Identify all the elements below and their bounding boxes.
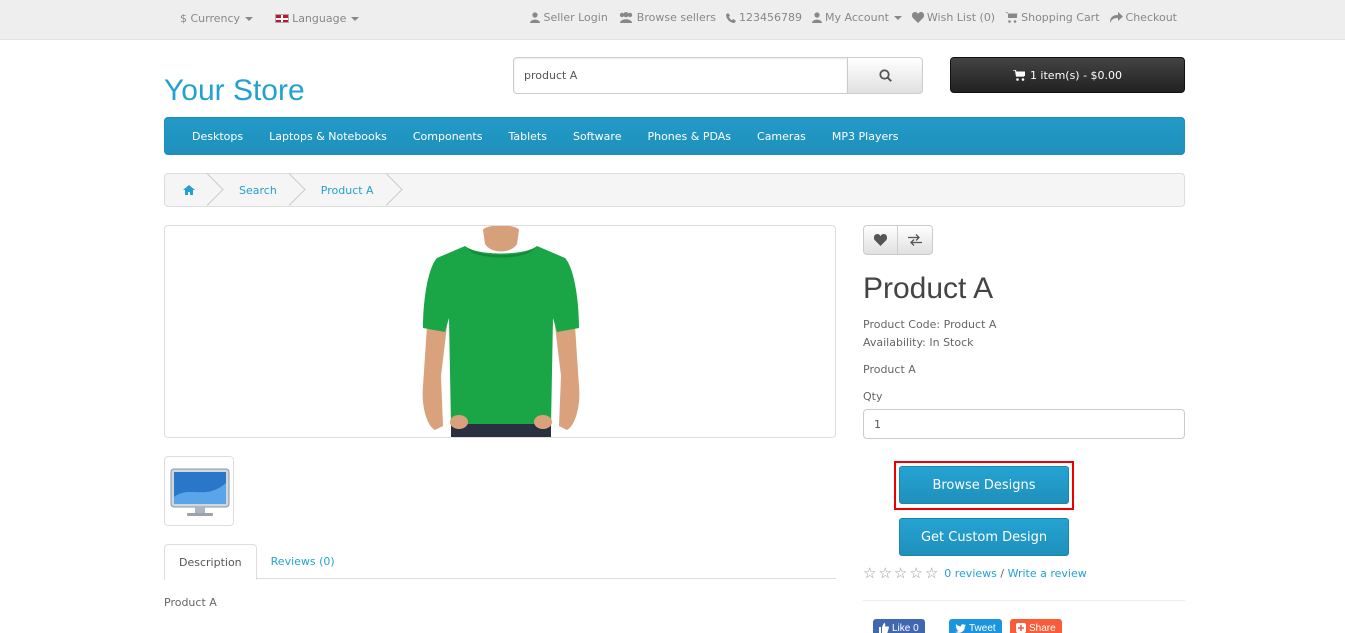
qty-input[interactable] [863,409,1185,439]
share-button[interactable]: Share [1010,619,1062,633]
seller-login-link[interactable]: Seller Login [530,11,608,24]
product-action-buttons [863,225,933,255]
search-button[interactable] [848,57,923,94]
get-custom-design-button[interactable]: Get Custom Design [899,518,1069,556]
rating-separator: / [996,566,1008,580]
menu-item-components[interactable]: Components [400,130,496,143]
cart-icon [1005,12,1018,23]
product-main-image[interactable] [164,225,836,438]
tshirt-model-image [422,226,580,437]
product-code: Product Code: Product A [863,318,997,331]
search-icon [878,69,892,82]
star-empty-icon: ☆ [909,564,923,582]
menu-item-phones[interactable]: Phones & PDAs [634,130,744,143]
currency-dropdown[interactable]: $ Currency [180,12,254,25]
home-icon [183,185,195,195]
search-bar [513,57,923,94]
caret-down-icon [351,16,360,21]
product-tabs: Description Reviews (0) [164,544,836,580]
tweet-button[interactable]: Tweet [949,619,1002,633]
users-icon [619,12,632,23]
flag-icon [275,14,290,23]
add-to-wishlist-button[interactable] [863,225,898,255]
star-empty-icon: ☆ [893,564,908,582]
menu-item-cameras[interactable]: Cameras [744,130,819,143]
cart-button[interactable]: 1 item(s) - $0.00 [950,57,1185,93]
menu-item-software[interactable]: Software [560,130,635,143]
menu-item-desktops[interactable]: Desktops [179,130,256,143]
heart-icon [874,234,887,246]
star-empty-icon: ☆ [924,564,939,582]
product-title: Product A [863,272,994,305]
rating-links: 0 reviews / Write a review [944,567,1086,580]
tab-reviews[interactable]: Reviews (0) [257,544,349,579]
star-empty-icon: ☆ [863,564,877,582]
phone-icon [725,12,736,23]
breadcrumb: Search Product A [164,173,1185,207]
qty-label: Qty [863,390,883,403]
search-input[interactable] [513,57,848,94]
tab-description[interactable]: Description [164,544,257,580]
tab-content-description: Product A [164,596,217,609]
user-icon [811,12,822,23]
exchange-icon [908,234,922,246]
phone-link[interactable]: 123456789 [725,11,802,24]
twitter-icon [955,623,966,633]
wish-list-link[interactable]: Wish List (0) [911,11,995,24]
caret-down-icon [893,15,902,20]
star-empty-icon: ☆ [878,564,892,582]
main-menu: Desktops Laptops & Notebooks Components … [164,117,1185,155]
store-logo[interactable]: Your Store [164,74,305,108]
my-account-dropdown[interactable]: My Account [811,11,902,24]
language-dropdown[interactable]: Language [275,12,360,25]
browse-designs-button[interactable]: Browse Designs [899,466,1069,504]
checkout-link[interactable]: Checkout [1109,11,1177,24]
product-short-description: Product A [863,363,916,376]
rating: ☆ ☆ ☆ ☆ ☆ 0 reviews / Write a review [863,564,1087,582]
compare-button[interactable] [898,225,933,255]
breadcrumb-home[interactable] [165,173,215,207]
breadcrumb-search[interactable]: Search [215,173,297,207]
divider [863,600,1185,601]
menu-item-tablets[interactable]: Tablets [495,130,560,143]
menu-item-mp3[interactable]: MP3 Players [819,130,912,143]
product-thumbnail[interactable] [164,456,234,526]
user-icon [530,12,541,23]
facebook-like-button[interactable]: Like 0 [873,619,925,633]
cart-icon [1012,69,1025,81]
plus-box-icon [1016,623,1026,633]
language-label: Language [292,12,347,25]
breadcrumb-product[interactable]: Product A [297,173,394,207]
write-review-link[interactable]: Write a review [1008,567,1087,580]
browse-sellers-link[interactable]: Browse sellers [618,11,716,24]
monitor-thumbnail-image [170,468,230,516]
product-availability: Availability: In Stock [863,336,974,349]
heart-icon [911,12,924,23]
currency-label: $ Currency [180,12,241,25]
reviews-count-link[interactable]: 0 reviews [944,567,997,580]
shopping-cart-link[interactable]: Shopping Cart [1005,11,1100,24]
share-arrow-icon [1109,12,1123,23]
menu-item-laptops[interactable]: Laptops & Notebooks [256,130,400,143]
caret-down-icon [245,16,254,21]
thumbs-up-icon [879,623,889,633]
top-bar: $ Currency Language Seller Login Browse … [0,0,1345,40]
